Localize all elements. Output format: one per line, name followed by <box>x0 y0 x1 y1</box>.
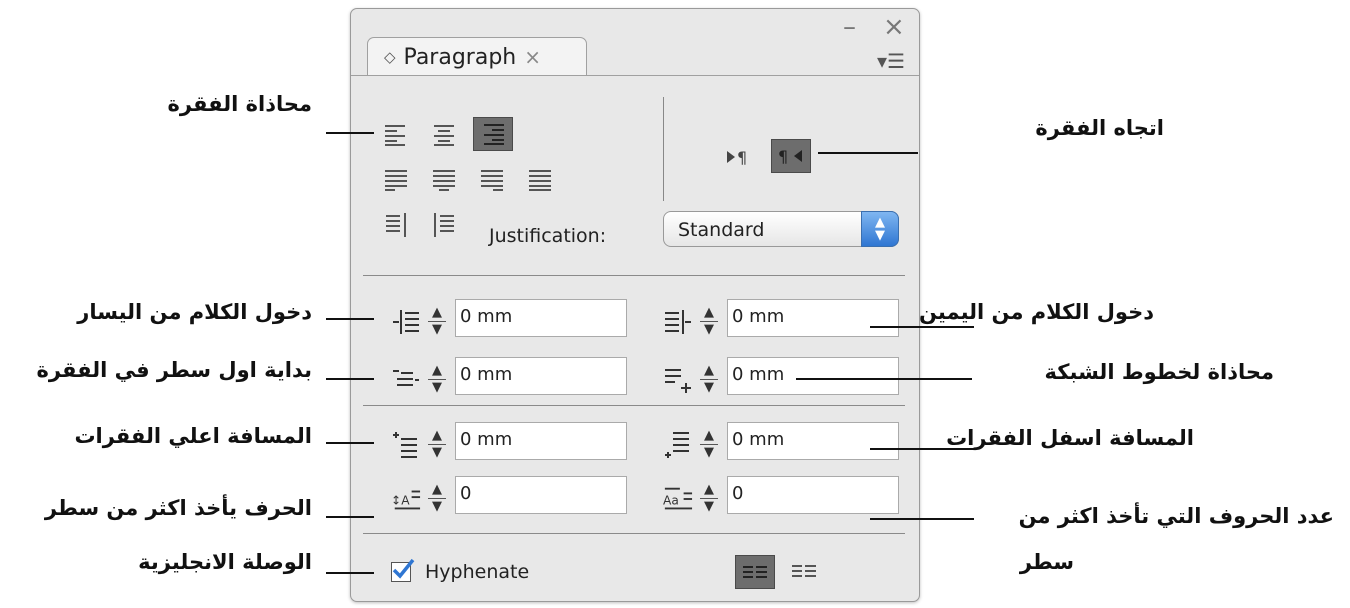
leader-paragraph-alignment <box>326 132 374 134</box>
drop-cap-lines-stepper[interactable]: ▲ ▼ <box>425 483 449 513</box>
space-before-field[interactable]: 0 mm <box>455 422 627 460</box>
justification-value: Standard <box>678 219 765 241</box>
close-button[interactable]: × <box>883 14 905 40</box>
justify-center-icon[interactable] <box>425 164 463 196</box>
left-indent-field[interactable]: 0 mm <box>455 299 627 337</box>
leader-hyphenation <box>326 572 374 574</box>
leader-right-indent <box>870 326 974 328</box>
paragraph-composer-icon[interactable] <box>785 555 823 587</box>
drop-cap-chars-field[interactable]: 0 <box>727 476 899 514</box>
first-line-indent-field[interactable]: 0 mm <box>455 357 627 395</box>
justification-select[interactable]: Standard ▲ ▼ <box>663 211 899 247</box>
drop-cap-chars-icon: Aa <box>663 483 693 515</box>
leader-paragraph-direction <box>818 152 918 154</box>
svg-text:¶: ¶ <box>737 148 747 167</box>
align-toward-spine-icon[interactable] <box>377 209 415 241</box>
select-arrows-icon: ▲ ▼ <box>861 211 899 247</box>
annotation-paragraph-alignment: محاذاة الفقرة <box>167 92 312 116</box>
panel-menu-icon[interactable]: ▾☰ <box>859 47 905 75</box>
align-right-icon[interactable] <box>473 117 513 151</box>
justify-all-icon[interactable] <box>521 164 559 196</box>
tab-arrow-icon: ◇ <box>384 48 396 66</box>
space-before-stepper[interactable]: ▲ ▼ <box>425 429 449 459</box>
last-line-indent-icon <box>663 364 693 396</box>
leader-space-after <box>870 448 974 450</box>
left-indent-stepper[interactable]: ▲ ▼ <box>425 306 449 336</box>
annotation-drop-cap-chars-line1: عدد الحروف التي تأخذ اكثر من <box>1018 504 1334 528</box>
tab-title: Paragraph <box>403 45 517 70</box>
annotation-hyphenation: الوصلة الانجليزية <box>138 550 312 574</box>
leader-space-before <box>326 442 374 444</box>
annotation-space-after: المسافة اسفل الفقرات <box>946 426 1194 450</box>
annotation-align-to-grid: محاذاة لخطوط الشبكة <box>1044 360 1274 384</box>
left-indent-icon <box>391 306 421 338</box>
svg-text:Aa: Aa <box>663 494 679 508</box>
annotation-left-indent: دخول الكلام من اليسار <box>77 300 312 324</box>
leader-first-line-indent <box>326 378 374 380</box>
leader-drop-cap-lines <box>326 516 374 518</box>
section-divider-2 <box>363 405 905 406</box>
leader-left-indent <box>326 318 374 320</box>
hyphenate-label: Hyphenate <box>425 561 530 583</box>
space-after-icon <box>663 429 693 461</box>
minimize-button[interactable]: – <box>843 14 856 40</box>
first-line-indent-stepper[interactable]: ▲ ▼ <box>425 364 449 394</box>
annotation-drop-cap-chars-line2: سطر <box>1019 550 1074 574</box>
right-indent-icon <box>663 306 693 338</box>
section-divider-3 <box>363 533 905 534</box>
single-line-composer-icon[interactable] <box>735 555 775 589</box>
annotation-right-indent: دخول الكلام من اليمين <box>919 300 1154 324</box>
align-away-spine-icon[interactable] <box>425 209 463 241</box>
annotation-first-line-indent: بداية اول سطر في الفقرة <box>36 358 313 382</box>
tab-paragraph[interactable]: ◇ Paragraph × <box>367 37 587 76</box>
last-line-indent-field[interactable]: 0 mm <box>727 357 899 395</box>
align-center-icon[interactable] <box>425 119 463 151</box>
annotation-space-before: المسافة اعلي الفقرات <box>74 424 312 448</box>
vertical-divider <box>663 97 664 201</box>
annotation-paragraph-direction: اتجاه الفقرة <box>1035 116 1164 140</box>
svg-text:↕A: ↕A <box>391 494 410 508</box>
first-line-indent-icon <box>391 364 421 396</box>
space-after-stepper[interactable]: ▲ ▼ <box>697 429 721 459</box>
align-left-icon[interactable] <box>377 119 415 151</box>
hyphenate-checkbox[interactable] <box>391 558 415 582</box>
annotation-drop-cap-lines: الحرف يأخذ اكثر من سطر <box>44 496 312 520</box>
last-line-indent-stepper[interactable]: ▲ ▼ <box>697 364 721 394</box>
svg-text:¶: ¶ <box>778 147 788 166</box>
justify-right-icon[interactable] <box>473 164 511 196</box>
drop-cap-lines-icon: ↕A <box>391 483 421 515</box>
checkmark-icon <box>392 558 415 579</box>
space-after-field[interactable]: 0 mm <box>727 422 899 460</box>
paragraph-panel: – × ◇ Paragraph × ▾☰ ¶ ¶ Justification: <box>350 8 920 602</box>
rtl-direction-icon[interactable]: ¶ <box>771 139 811 173</box>
tab-divider <box>351 75 919 76</box>
tab-close-icon[interactable]: × <box>524 45 541 69</box>
space-before-icon <box>391 429 421 461</box>
right-indent-field[interactable]: 0 mm <box>727 299 899 337</box>
leader-align-to-grid <box>796 378 972 380</box>
drop-cap-chars-stepper[interactable]: ▲ ▼ <box>697 483 721 513</box>
justify-left-icon[interactable] <box>377 164 415 196</box>
section-divider-1 <box>363 275 905 276</box>
ltr-direction-icon[interactable]: ¶ <box>721 141 759 173</box>
leader-drop-cap-chars <box>870 518 974 520</box>
drop-cap-lines-field[interactable]: 0 <box>455 476 627 514</box>
justification-label: Justification: <box>489 225 607 247</box>
right-indent-stepper[interactable]: ▲ ▼ <box>697 306 721 336</box>
